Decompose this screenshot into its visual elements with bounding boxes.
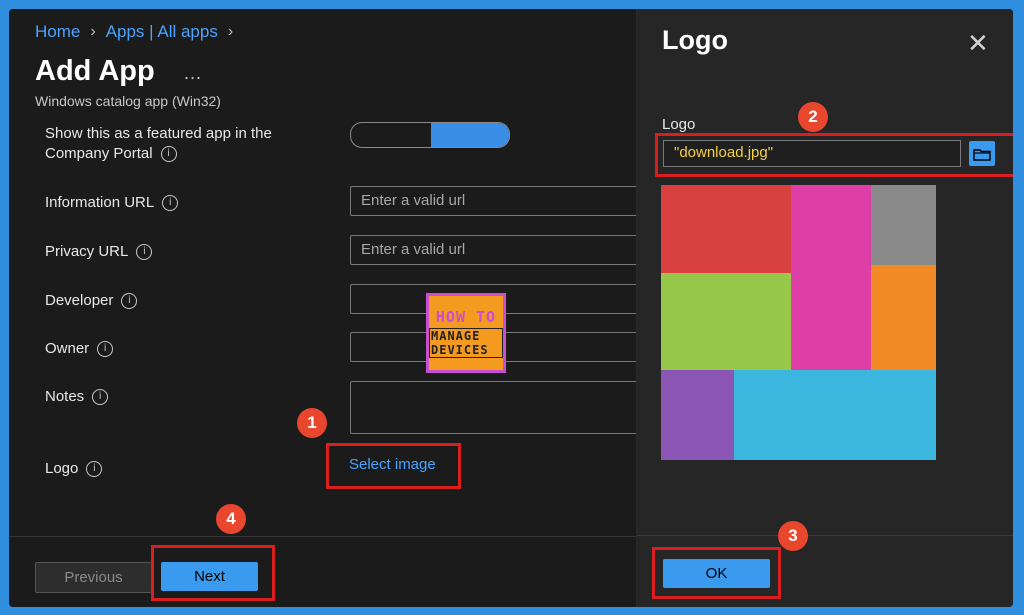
breadcrumb: Home › Apps | All apps › [35, 22, 233, 42]
watermark-logo: HOW TO MANAGE DEVICES [426, 293, 506, 373]
notes-label-text: Notes [45, 388, 85, 405]
logo-label-text: Logo [45, 460, 79, 477]
info-icon[interactable]: i [162, 194, 179, 211]
featured-label-line1: Show this as a featured app in the [45, 125, 272, 141]
chevron-right-icon: › [227, 23, 234, 40]
page-title: Add App [35, 55, 155, 87]
featured-toggle[interactable] [350, 122, 510, 148]
annotation-box-select-image [326, 443, 461, 489]
developer-label-text: Developer [45, 292, 114, 309]
owner-label-text: Owner [45, 340, 90, 357]
breadcrumb-apps[interactable]: Apps | All apps [106, 22, 218, 42]
info-icon[interactable]: i [136, 243, 153, 260]
footer-divider [9, 536, 636, 537]
featured-toggle-selected[interactable] [431, 123, 509, 147]
panel-title: Logo [662, 25, 728, 55]
info-url-label-text: Information URL [45, 194, 155, 211]
owner-label: Owner i [45, 340, 114, 357]
close-icon[interactable]: ✕ [967, 29, 989, 59]
privacy-url-label-text: Privacy URL [45, 243, 129, 260]
logo-panel: Logo ✕ Logo "download.jpg" OK 2 3 [636, 9, 1013, 607]
tile-purple [661, 370, 734, 460]
annotation-box-ok [652, 547, 781, 599]
info-url-input[interactable]: Enter a valid url [350, 186, 640, 216]
panel-logo-label: Logo [662, 116, 696, 133]
annotation-badge-2: 2 [798, 102, 828, 132]
panel-footer-divider [637, 535, 1013, 536]
annotation-badge-1: 1 [297, 408, 327, 438]
tile-orange [871, 265, 936, 370]
info-icon[interactable]: i [160, 145, 177, 162]
app-frame: Home › Apps | All apps › Add App ... Win… [9, 9, 1013, 607]
featured-label-line2: Company Portal [45, 145, 153, 162]
tile-red [661, 185, 791, 273]
add-app-pane: Home › Apps | All apps › Add App ... Win… [9, 9, 640, 607]
info-icon[interactable]: i [92, 388, 109, 405]
logo-label: Logo i [45, 460, 103, 477]
notes-label: Notes i [45, 388, 109, 405]
annotation-box-next [151, 545, 275, 601]
tile-green [661, 273, 791, 370]
tile-cyan [734, 370, 936, 460]
info-url-label: Information URL i [45, 194, 179, 211]
chevron-right-icon: › [90, 23, 96, 40]
privacy-url-label: Privacy URL i [45, 243, 153, 260]
watermark-line1: HOW TO [435, 308, 497, 326]
tile-gray [871, 185, 936, 265]
scrolled-content-clip: Show this as a featured app in the [9, 121, 636, 141]
annotation-badge-3: 3 [778, 521, 808, 551]
featured-label: Company Portal i [45, 145, 177, 162]
tile-magenta [791, 185, 871, 370]
previous-button[interactable]: Previous [35, 562, 152, 593]
watermark-line2: MANAGE DEVICES [429, 328, 503, 358]
info-icon[interactable]: i [121, 292, 138, 309]
notes-textarea[interactable] [350, 381, 640, 434]
breadcrumb-home[interactable]: Home [35, 22, 80, 42]
annotation-box-file [655, 133, 1013, 177]
info-icon[interactable]: i [97, 340, 114, 357]
page-subtitle: Windows catalog app (Win32) [35, 93, 221, 109]
more-options-button[interactable]: ... [184, 63, 202, 84]
logo-preview-image [661, 185, 936, 460]
privacy-url-input[interactable]: Enter a valid url [350, 235, 640, 265]
annotation-badge-4: 4 [216, 504, 246, 534]
developer-label: Developer i [45, 292, 138, 309]
info-icon[interactable]: i [86, 460, 103, 477]
